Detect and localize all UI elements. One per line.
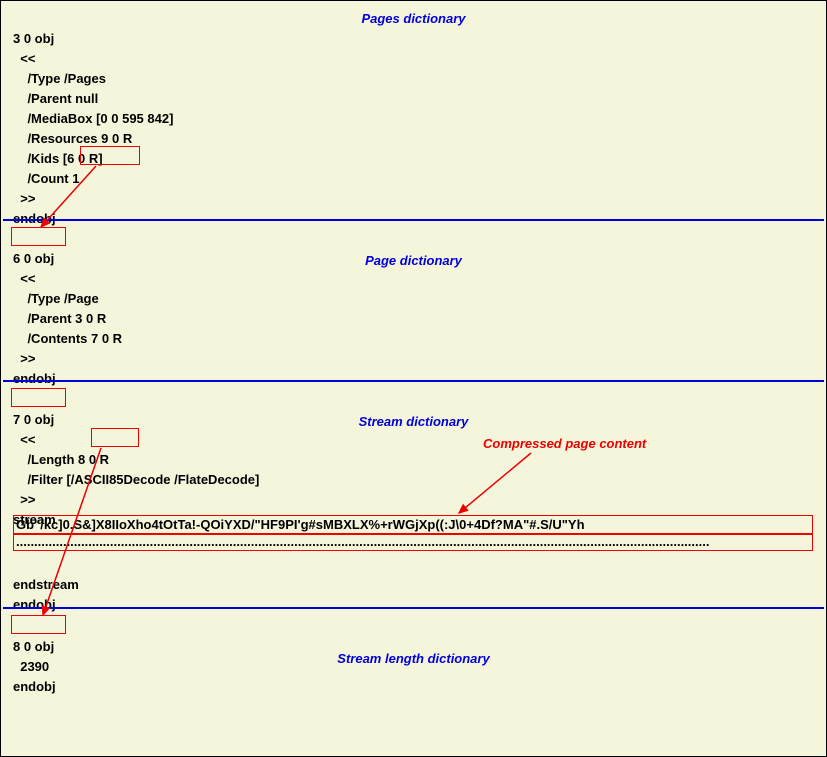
- separator-2: [3, 380, 824, 382]
- page-dict-code: 6 0 obj << /Type /Page /Parent 3 0 R /Co…: [13, 229, 122, 389]
- stream-dict-code: 7 0 obj << /Length 8 0 R /Filter [/ASCII…: [13, 390, 259, 530]
- pages-dict-code: 3 0 obj << /Type /Pages /Parent null /Me…: [13, 9, 173, 229]
- arrow-compressed-to-content: [459, 453, 531, 513]
- stream-content-box: Gb"/kc]0.S&]X8IIoXho4tOtTa!-QOiYXD/"HF9P…: [13, 515, 813, 534]
- stream-dots-text: ........................................…: [16, 534, 709, 549]
- stream-content-text: Gb"/kc]0.S&]X8IIoXho4tOtTa!-QOiYXD/"HF9P…: [16, 517, 585, 532]
- separator-3: [3, 607, 824, 609]
- compressed-annotation: Compressed page content: [483, 436, 646, 451]
- stream-length-heading: Stream length dictionary: [1, 651, 826, 666]
- length-dict-code: 8 0 obj 2390 endobj: [13, 617, 56, 697]
- page-dictionary-heading: Page dictionary: [1, 253, 826, 268]
- separator-1: [3, 219, 824, 221]
- stream-end-code: endstream endobj: [13, 555, 79, 615]
- stream-dots-box: ........................................…: [13, 534, 813, 551]
- document-container: Pages dictionary 3 0 obj << /Type /Pages…: [0, 0, 827, 757]
